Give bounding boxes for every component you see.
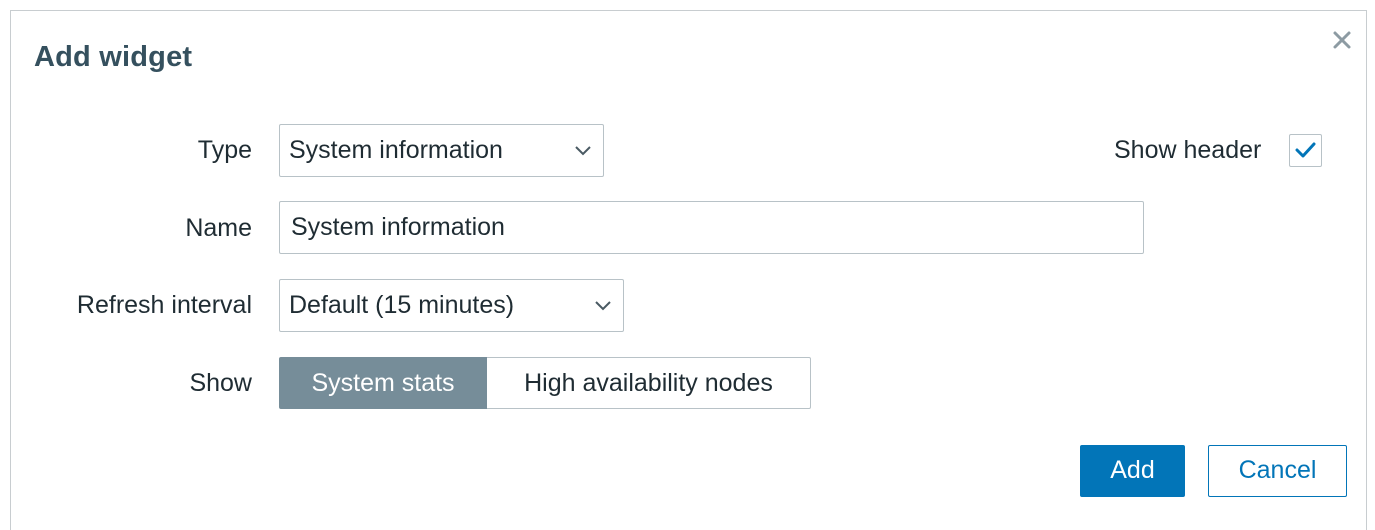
close-icon <box>1333 31 1351 49</box>
name-label: Name <box>185 214 252 242</box>
show-header-checkbox[interactable] <box>1289 134 1322 167</box>
show-option-system-stats[interactable]: System stats <box>279 357 487 409</box>
close-button[interactable] <box>1329 27 1355 53</box>
refresh-interval-select-value: Default (15 minutes) <box>289 291 515 319</box>
name-input[interactable] <box>279 201 1144 254</box>
refresh-interval-label: Refresh interval <box>76 291 252 319</box>
add-widget-dialog: Add widget Type System information Show … <box>10 10 1367 530</box>
type-select-value: System information <box>289 136 503 164</box>
chevron-down-icon <box>595 301 611 311</box>
show-header-label: Show header <box>1114 136 1262 164</box>
show-option-high-availability-nodes[interactable]: High availability nodes <box>487 357 811 409</box>
checkmark-icon <box>1295 142 1316 158</box>
show-segmented-control: System stats High availability nodes <box>279 357 811 409</box>
add-button[interactable]: Add <box>1080 445 1185 497</box>
dialog-title: Add widget <box>34 41 193 73</box>
type-select[interactable]: System information <box>279 124 604 177</box>
chevron-down-icon <box>575 146 591 156</box>
refresh-interval-select[interactable]: Default (15 minutes) <box>279 279 624 332</box>
show-label: Show <box>189 369 252 397</box>
type-label: Type <box>197 136 252 164</box>
cancel-button[interactable]: Cancel <box>1208 445 1347 497</box>
